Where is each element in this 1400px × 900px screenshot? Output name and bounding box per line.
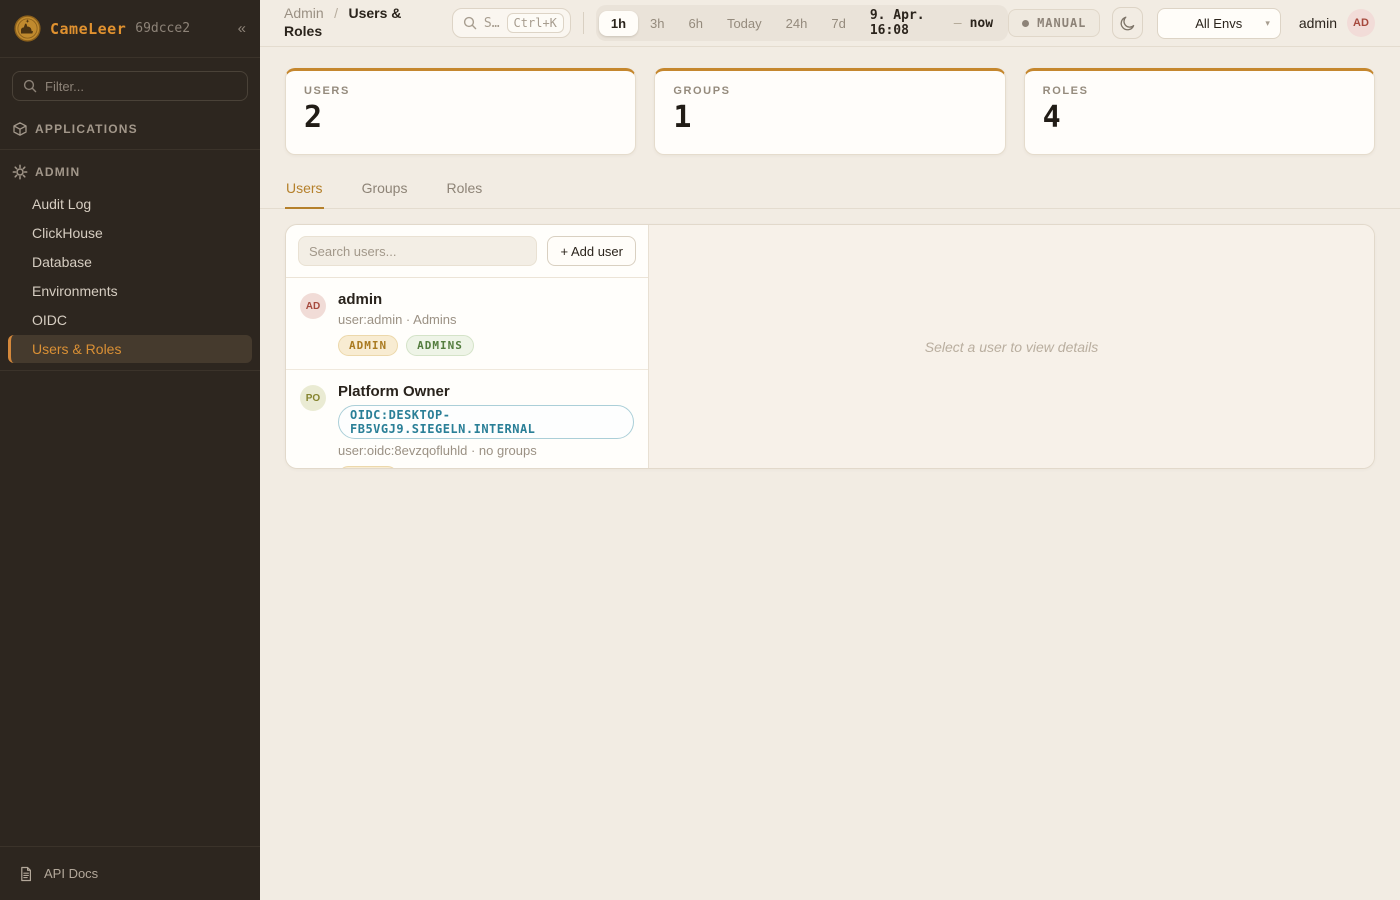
user-meta: user:admin · Admins xyxy=(338,312,474,327)
env-selector[interactable]: All Envs ▾ xyxy=(1157,8,1281,39)
user-detail-pane: Select a user to view details xyxy=(649,225,1374,468)
stat-users-label: USERS xyxy=(304,85,617,97)
app-root: CameLeer 69dcce2 « APPLICATIONS ADMIN Au… xyxy=(0,0,1400,900)
stat-groups-label: GROUPS xyxy=(673,85,986,97)
time-range-group: 1h 3h 6h Today 24h 7d 9. Apr. 16:08 – no… xyxy=(596,5,1008,41)
sidebar-collapse-icon[interactable]: « xyxy=(238,20,246,37)
section-admin-label: ADMIN xyxy=(35,165,80,179)
tab-bar: Users Groups Roles xyxy=(260,174,1400,209)
sidebar: CameLeer 69dcce2 « APPLICATIONS ADMIN Au… xyxy=(0,0,260,900)
global-search-placeholder: S… xyxy=(484,16,500,31)
stat-card-users: USERS 2 xyxy=(285,68,636,155)
sidebar-item-database[interactable]: Database xyxy=(8,248,252,276)
tab-users[interactable]: Users xyxy=(285,174,324,209)
document-icon xyxy=(18,866,34,882)
user-avatar[interactable]: AD xyxy=(1347,9,1375,37)
time-to[interactable]: now xyxy=(962,16,1005,31)
time-range-3h[interactable]: 3h xyxy=(638,11,676,36)
sidebar-item-oidc[interactable]: OIDC xyxy=(8,306,252,334)
user-avatar-platform-owner: PO xyxy=(300,385,326,411)
detail-empty-message: Select a user to view details xyxy=(925,339,1099,355)
topbar: Admin / Users & Roles S… Ctrl+K 1h 3h 6h… xyxy=(260,0,1400,47)
sidebar-divider xyxy=(0,149,260,150)
section-applications[interactable]: APPLICATIONS xyxy=(0,111,260,145)
stat-groups-value: 1 xyxy=(673,100,986,135)
user-name: Platform Owner xyxy=(338,383,634,400)
users-panel: + Add user AD admin user:admin · Admins … xyxy=(285,224,1375,469)
stats-row: USERS 2 GROUPS 1 ROLES 4 xyxy=(260,47,1400,155)
sidebar-item-audit-log[interactable]: Audit Log xyxy=(8,190,252,218)
main-area: Admin / Users & Roles S… Ctrl+K 1h 3h 6h… xyxy=(260,0,1400,900)
section-admin[interactable]: ADMIN xyxy=(0,154,260,188)
stat-card-roles: ROLES 4 xyxy=(1024,68,1375,155)
app-name: CameLeer xyxy=(50,20,126,38)
global-search[interactable]: S… Ctrl+K xyxy=(452,8,571,38)
time-separator: – xyxy=(954,16,962,31)
breadcrumb-separator: / xyxy=(334,5,338,21)
time-range-today[interactable]: Today xyxy=(715,11,774,36)
role-badge-admin: ADMIN xyxy=(338,466,398,469)
sidebar-filter-input[interactable] xyxy=(45,79,237,94)
tab-groups[interactable]: Groups xyxy=(361,174,409,209)
time-range-24h[interactable]: 24h xyxy=(774,11,820,36)
user-row-admin[interactable]: AD admin user:admin · Admins ADMIN ADMIN… xyxy=(286,278,648,370)
sidebar-item-environments[interactable]: Environments xyxy=(8,277,252,305)
user-meta: user:oidc:8evzqofluhld · no groups xyxy=(338,443,634,458)
time-range-7d[interactable]: 7d xyxy=(819,11,857,36)
search-icon xyxy=(23,79,37,93)
stat-users-value: 2 xyxy=(304,100,617,135)
user-search-input[interactable] xyxy=(298,236,537,266)
sidebar-header: CameLeer 69dcce2 « xyxy=(0,0,260,58)
group-badge-admins: ADMINS xyxy=(406,335,474,356)
add-user-button[interactable]: + Add user xyxy=(547,236,636,266)
api-docs-label: API Docs xyxy=(44,866,98,881)
time-from[interactable]: 9. Apr. 16:08 xyxy=(858,8,954,38)
sidebar-filter[interactable] xyxy=(12,71,248,101)
build-hash: 69dcce2 xyxy=(135,21,190,36)
status-dot-icon xyxy=(1022,20,1029,27)
user-list-toolbar: + Add user xyxy=(286,225,648,278)
oidc-issuer-pill: OIDC:DESKTOP-FB5VGJ9.SIEGELN.INTERNAL xyxy=(338,405,634,439)
sidebar-item-users-roles[interactable]: Users & Roles xyxy=(8,335,252,363)
breadcrumb: Admin / Users & Roles xyxy=(284,5,434,41)
refresh-mode-button[interactable]: MANUAL xyxy=(1008,9,1100,37)
user-row-platform-owner-body: Platform Owner OIDC:DESKTOP-FB5VGJ9.SIEG… xyxy=(338,383,634,469)
sidebar-item-clickhouse[interactable]: ClickHouse xyxy=(8,219,252,247)
app-logo-icon xyxy=(14,15,41,42)
env-selected-label: All Envs xyxy=(1195,16,1242,31)
section-applications-label: APPLICATIONS xyxy=(35,122,138,136)
search-shortcut-badge: Ctrl+K xyxy=(507,13,564,33)
time-range-1h[interactable]: 1h xyxy=(599,11,638,36)
stat-roles-label: ROLES xyxy=(1043,85,1356,97)
stat-roles-value: 4 xyxy=(1043,100,1356,135)
tab-roles[interactable]: Roles xyxy=(445,174,483,209)
time-range-6h[interactable]: 6h xyxy=(676,11,714,36)
api-docs-link[interactable]: API Docs xyxy=(0,846,260,900)
user-avatar-admin: AD xyxy=(300,293,326,319)
current-user-name: admin xyxy=(1299,15,1337,31)
search-icon xyxy=(463,16,477,30)
refresh-mode-label: MANUAL xyxy=(1037,16,1086,30)
breadcrumb-section[interactable]: Admin xyxy=(284,5,324,21)
package-icon xyxy=(12,121,28,137)
topbar-divider xyxy=(583,12,584,34)
user-name: admin xyxy=(338,291,474,308)
gear-icon xyxy=(12,164,28,180)
moon-icon xyxy=(1119,15,1136,32)
user-list: + Add user AD admin user:admin · Admins … xyxy=(286,225,649,468)
theme-toggle-button[interactable] xyxy=(1112,7,1142,39)
chevron-down-icon: ▾ xyxy=(1265,18,1270,29)
user-row-platform-owner[interactable]: PO Platform Owner OIDC:DESKTOP-FB5VGJ9.S… xyxy=(286,370,648,469)
role-badge-admin: ADMIN xyxy=(338,335,398,356)
user-row-admin-body: admin user:admin · Admins ADMIN ADMINS xyxy=(338,291,474,356)
user-badges: ADMIN ADMINS xyxy=(338,335,474,356)
sidebar-divider-bottom xyxy=(0,370,260,371)
user-badges: ADMIN xyxy=(338,466,634,469)
admin-nav: Audit Log ClickHouse Database Environmen… xyxy=(0,188,260,366)
stat-card-groups: GROUPS 1 xyxy=(654,68,1005,155)
